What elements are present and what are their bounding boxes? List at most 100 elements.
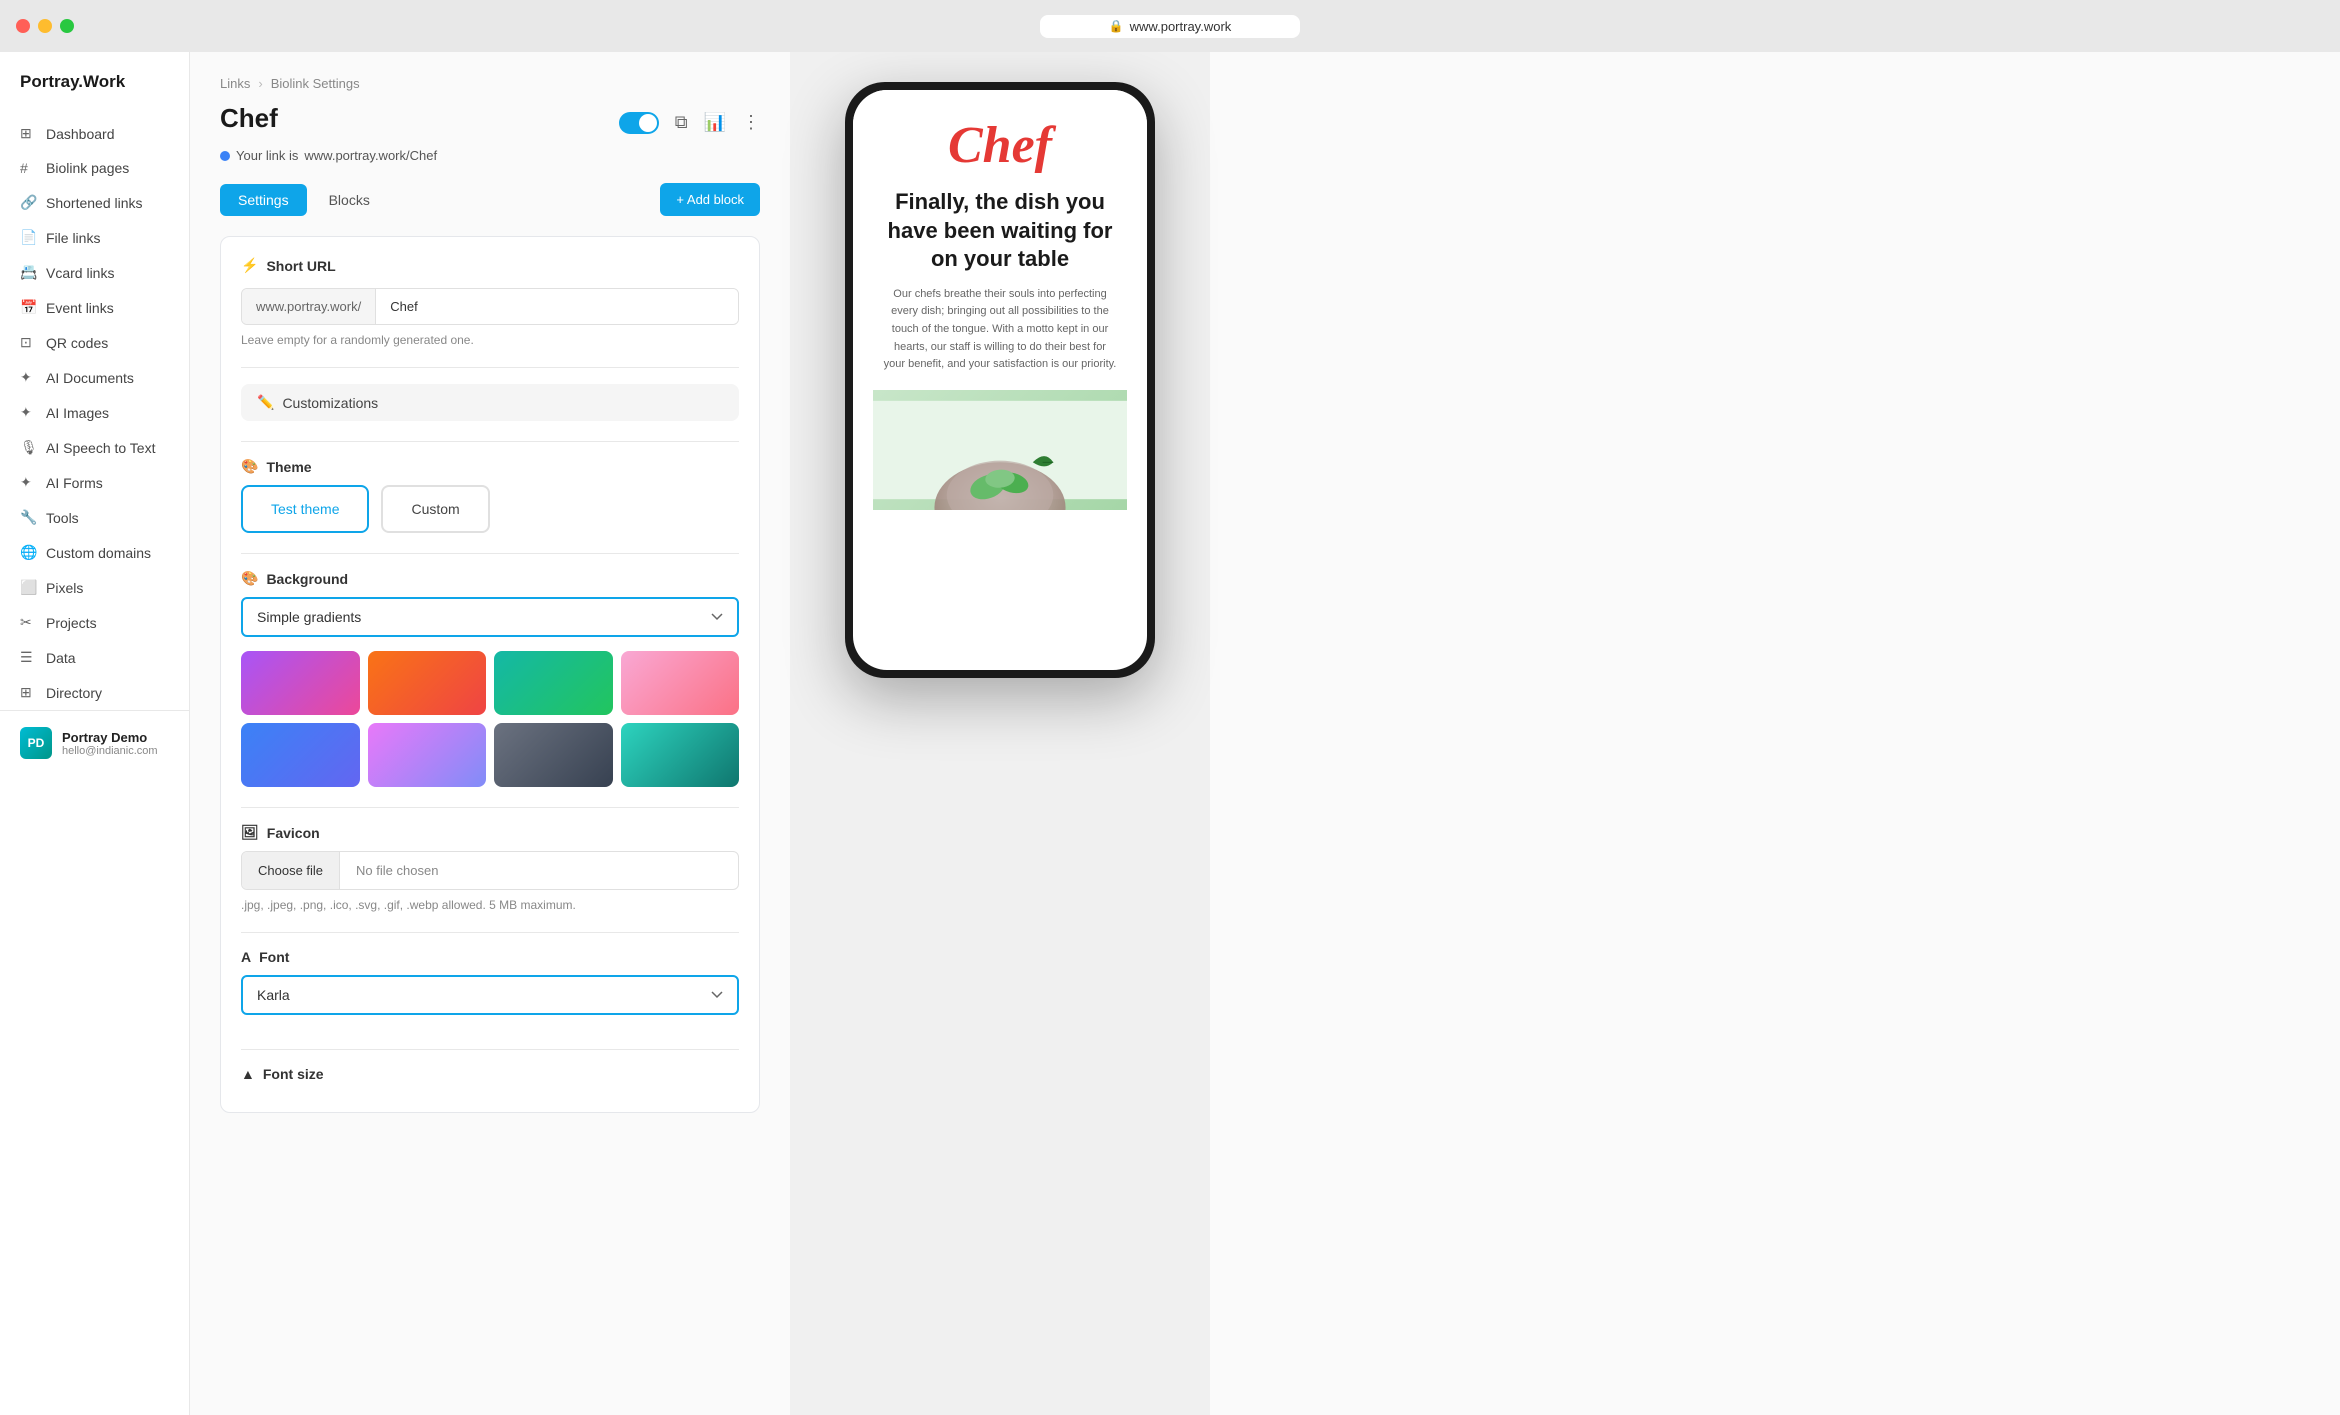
copy-icon[interactable]: ⧉	[675, 112, 688, 133]
qrcodes-icon: ⊡	[20, 334, 36, 351]
link-dot	[220, 151, 230, 161]
divider-3	[241, 553, 739, 554]
pixels-icon: ⬜	[20, 579, 36, 596]
choose-file-button[interactable]: Choose file	[242, 852, 340, 889]
sidebar-label-projects: Projects	[46, 615, 97, 631]
short-url-label: Short URL	[266, 258, 335, 274]
background-dropdown[interactable]: Simple gradients Solid color Image	[241, 597, 739, 637]
theme-icon: 🎨	[241, 458, 258, 475]
font-size-icon: ▲	[241, 1066, 255, 1082]
tab-blocks[interactable]: Blocks	[311, 184, 388, 216]
ai-docs-icon: ✦	[20, 369, 36, 386]
gradient-swatch-purple-pink[interactable]	[241, 651, 360, 715]
ai-forms-icon: ✦	[20, 474, 36, 491]
divider-4	[241, 807, 739, 808]
font-dropdown[interactable]: Karla Inter Roboto Open Sans	[241, 975, 739, 1015]
footer-name: Portray Demo	[62, 730, 158, 745]
sidebar-item-shortened[interactable]: 🔗 Shortened links	[0, 185, 189, 220]
theme-section: 🎨 Theme Test theme Custom	[241, 458, 739, 533]
sidebar-item-ai-speech[interactable]: 🎙 AI Speech to Text	[0, 430, 189, 465]
favicon-title: 🖼 Favicon	[241, 824, 739, 841]
page-header: Chef ⧉ 📊 ⋮	[220, 103, 760, 142]
sidebar-label-biolink: Biolink pages	[46, 160, 129, 176]
sidebar-item-event[interactable]: 📅 Event links	[0, 290, 189, 325]
phone-headline: Finally, the dish you have been waiting …	[873, 188, 1127, 274]
url-text: www.portray.work	[1130, 19, 1232, 34]
theme-card-custom[interactable]: Custom	[381, 485, 489, 533]
sidebar-item-qrcodes[interactable]: ⊡ QR codes	[0, 325, 189, 360]
gradient-swatch-pink-rose[interactable]	[621, 651, 740, 715]
settings-card: ⚡ Short URL www.portray.work/ Leave empt…	[220, 236, 760, 1113]
theme-cards: Test theme Custom	[241, 485, 739, 533]
file-hint: .jpg, .jpeg, .png, .ico, .svg, .gif, .we…	[241, 898, 739, 912]
footer-info: Portray Demo hello@indianic.com	[62, 730, 158, 757]
sidebar-label-tools: Tools	[46, 510, 79, 526]
gradient-swatch-teal-green[interactable]	[494, 651, 613, 715]
url-input-field[interactable]	[376, 289, 738, 324]
sidebar-item-filelinks[interactable]: 📄 File links	[0, 220, 189, 255]
breadcrumb-parent[interactable]: Links	[220, 76, 250, 91]
sidebar-label-dashboard: Dashboard	[46, 126, 115, 142]
add-block-button[interactable]: + Add block	[660, 183, 760, 216]
traffic-lights	[16, 19, 74, 33]
gradient-swatch-gray-dark[interactable]	[494, 723, 613, 787]
gradient-swatch-orange-red[interactable]	[368, 651, 487, 715]
theme-card-test[interactable]: Test theme	[241, 485, 369, 533]
favicon-section: 🖼 Favicon Choose file No file chosen .jp…	[241, 824, 739, 912]
sidebar-item-ai-docs[interactable]: ✦ AI Documents	[0, 360, 189, 395]
filelinks-icon: 📄	[20, 229, 36, 246]
customizations-section: ✏️ Customizations	[241, 384, 739, 421]
gradient-grid	[241, 651, 739, 787]
breadcrumb-current: Biolink Settings	[271, 76, 360, 91]
customizations-bar[interactable]: ✏️ Customizations	[241, 384, 739, 421]
tab-settings[interactable]: Settings	[220, 184, 307, 216]
sidebar-item-data[interactable]: ☰ Data	[0, 640, 189, 675]
sidebar-item-dashboard[interactable]: ⊞ Dashboard	[0, 116, 189, 151]
sidebar-label-event: Event links	[46, 300, 114, 316]
favicon-label: Favicon	[267, 825, 320, 841]
sidebar-item-ai-forms[interactable]: ✦ AI Forms	[0, 465, 189, 500]
theme-title: 🎨 Theme	[241, 458, 739, 475]
background-icon: 🎨	[241, 570, 258, 587]
main-panel: Links › Biolink Settings Chef ⧉ 📊 ⋮	[190, 52, 2340, 1415]
sidebar-logo: Portray.Work	[0, 72, 189, 116]
more-icon[interactable]: ⋮	[742, 112, 760, 133]
sidebar-label-custom-domains: Custom domains	[46, 545, 151, 561]
sidebar-item-biolink[interactable]: # Biolink pages	[0, 151, 189, 185]
short-url-title: ⚡ Short URL	[241, 257, 739, 274]
gradient-swatch-pink-purple2[interactable]	[368, 723, 487, 787]
url-bar[interactable]: 🔒 www.portray.work	[1040, 15, 1300, 38]
file-input-row: Choose file No file chosen	[241, 851, 739, 890]
sidebar-item-projects[interactable]: ✂ Projects	[0, 605, 189, 640]
no-file-label: No file chosen	[340, 852, 454, 889]
ai-images-icon: ✦	[20, 404, 36, 421]
tabs: Settings Blocks	[220, 184, 388, 216]
minimize-button[interactable]	[38, 19, 52, 33]
background-section: 🎨 Background Simple gradients Solid colo…	[241, 570, 739, 787]
gradient-swatch-blue-indigo[interactable]	[241, 723, 360, 787]
theme-label: Theme	[266, 459, 311, 475]
close-button[interactable]	[16, 19, 30, 33]
breadcrumb-separator: ›	[258, 76, 262, 91]
gradient-swatch-teal-dark[interactable]	[621, 723, 740, 787]
lock-icon: 🔒	[1109, 19, 1124, 33]
chart-icon[interactable]: 📊	[704, 112, 726, 133]
maximize-button[interactable]	[60, 19, 74, 33]
sidebar-footer: PD Portray Demo hello@indianic.com	[0, 710, 189, 775]
short-url-icon: ⚡	[241, 257, 258, 274]
sidebar-item-directory[interactable]: ⊞ Directory	[0, 675, 189, 710]
sidebar-item-tools[interactable]: 🔧 Tools	[0, 500, 189, 535]
toggle-switch[interactable]	[619, 112, 659, 134]
phone-hero: Chef Finally, the dish you have been wai…	[853, 90, 1147, 530]
sidebar: Portray.Work ⊞ Dashboard # Biolink pages…	[0, 52, 190, 1415]
font-section: A Font Karla Inter Roboto Open Sans	[241, 949, 739, 1029]
theme-test-label: Test theme	[271, 501, 339, 517]
background-label: Background	[266, 571, 348, 587]
sidebar-item-ai-images[interactable]: ✦ AI Images	[0, 395, 189, 430]
sidebar-item-pixels[interactable]: ⬜ Pixels	[0, 570, 189, 605]
sidebar-item-custom-domains[interactable]: 🌐 Custom domains	[0, 535, 189, 570]
shortened-icon: 🔗	[20, 194, 36, 211]
sidebar-item-vcard[interactable]: 📇 Vcard links	[0, 255, 189, 290]
font-icon: A	[241, 949, 251, 965]
sidebar-label-shortened: Shortened links	[46, 195, 143, 211]
